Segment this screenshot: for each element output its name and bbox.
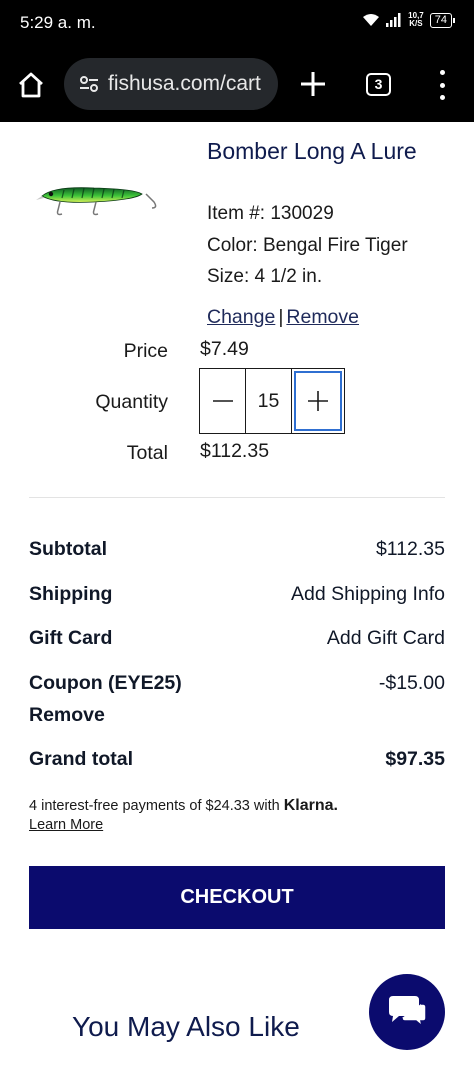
- actions-separator: |: [278, 306, 284, 328]
- status-time: 5:29 a. m.: [20, 13, 96, 32]
- total-label: Total: [126, 442, 168, 464]
- decrease-quantity-button[interactable]: [200, 369, 246, 433]
- checkout-button[interactable]: CHECKOUT: [29, 866, 445, 929]
- home-icon: [19, 72, 43, 98]
- new-tab-icon[interactable]: [297, 68, 329, 100]
- klarna-brand: Klarna.: [283, 797, 338, 814]
- klarna-text: 4 interest-free payments of $24.33 with: [29, 798, 284, 814]
- gift-card-label: Gift Card: [29, 627, 113, 649]
- product-color: Color: Bengal Fire Tiger: [207, 235, 408, 256]
- remove-link[interactable]: Remove: [286, 306, 359, 328]
- overflow-menu-icon[interactable]: [430, 70, 454, 100]
- chat-button[interactable]: [369, 974, 445, 1050]
- network-speed-unit: K/S: [409, 19, 423, 28]
- subtotal-value: $112.35: [375, 538, 445, 560]
- status-bar: 5:29 a. m. 10,7 K/S 74: [0, 0, 474, 46]
- recommendations-heading: You May Also Like: [72, 1011, 300, 1042]
- shipping-label: Shipping: [29, 583, 113, 605]
- status-icons: 10,7 K/S 74: [362, 12, 456, 28]
- browser-toolbar: fishusa.com/cart 3: [0, 46, 474, 122]
- quantity-label: Quantity: [95, 391, 168, 413]
- price-value: $7.49: [200, 338, 249, 360]
- section-divider: [29, 497, 445, 498]
- remove-coupon-link[interactable]: Remove: [29, 704, 105, 727]
- network-speed: 10,7 K/S: [408, 12, 424, 28]
- grand-total-label: Grand total: [29, 748, 134, 770]
- quantity-input[interactable]: 15: [246, 369, 292, 433]
- product-item-number: Item #: 130029: [207, 203, 334, 224]
- product-size: Size: 4 1/2 in.: [207, 266, 323, 287]
- minus-icon: [212, 400, 233, 402]
- grand-total-value: $97.35: [385, 748, 445, 770]
- add-gift-card-link[interactable]: Add Gift Card: [327, 627, 445, 650]
- address-bar[interactable]: fishusa.com/cart: [64, 58, 278, 110]
- coupon-label: Coupon (EYE25): [29, 672, 182, 694]
- product-image[interactable]: [34, 178, 164, 226]
- battery-icon: 74: [429, 12, 456, 28]
- subtotal-label: Subtotal: [29, 538, 107, 560]
- change-link[interactable]: Change: [207, 306, 275, 328]
- chat-icon: [389, 996, 427, 1028]
- add-shipping-info-link[interactable]: Add Shipping Info: [291, 583, 445, 606]
- quantity-stepper: 15: [199, 368, 345, 434]
- increase-quantity-button[interactable]: [292, 369, 344, 433]
- total-value: $112.35: [200, 440, 270, 462]
- product-title[interactable]: Bomber Long A Lure: [207, 136, 437, 167]
- coupon-value: -$15.00: [378, 672, 445, 694]
- signal-icon: [386, 13, 401, 27]
- price-label: Price: [123, 340, 168, 362]
- plus-icon: [308, 391, 328, 411]
- learn-more-link[interactable]: Learn More: [29, 817, 103, 833]
- product-actions: Change | Remove: [207, 306, 359, 329]
- home-button[interactable]: [14, 68, 48, 102]
- klarna-message: 4 interest-free payments of $24.33 with …: [29, 797, 338, 815]
- site-settings-icon[interactable]: [78, 73, 100, 95]
- url-text: fishusa.com/cart: [108, 72, 261, 95]
- tab-switcher-button[interactable]: 3: [366, 73, 391, 96]
- wifi-icon: [363, 14, 380, 26]
